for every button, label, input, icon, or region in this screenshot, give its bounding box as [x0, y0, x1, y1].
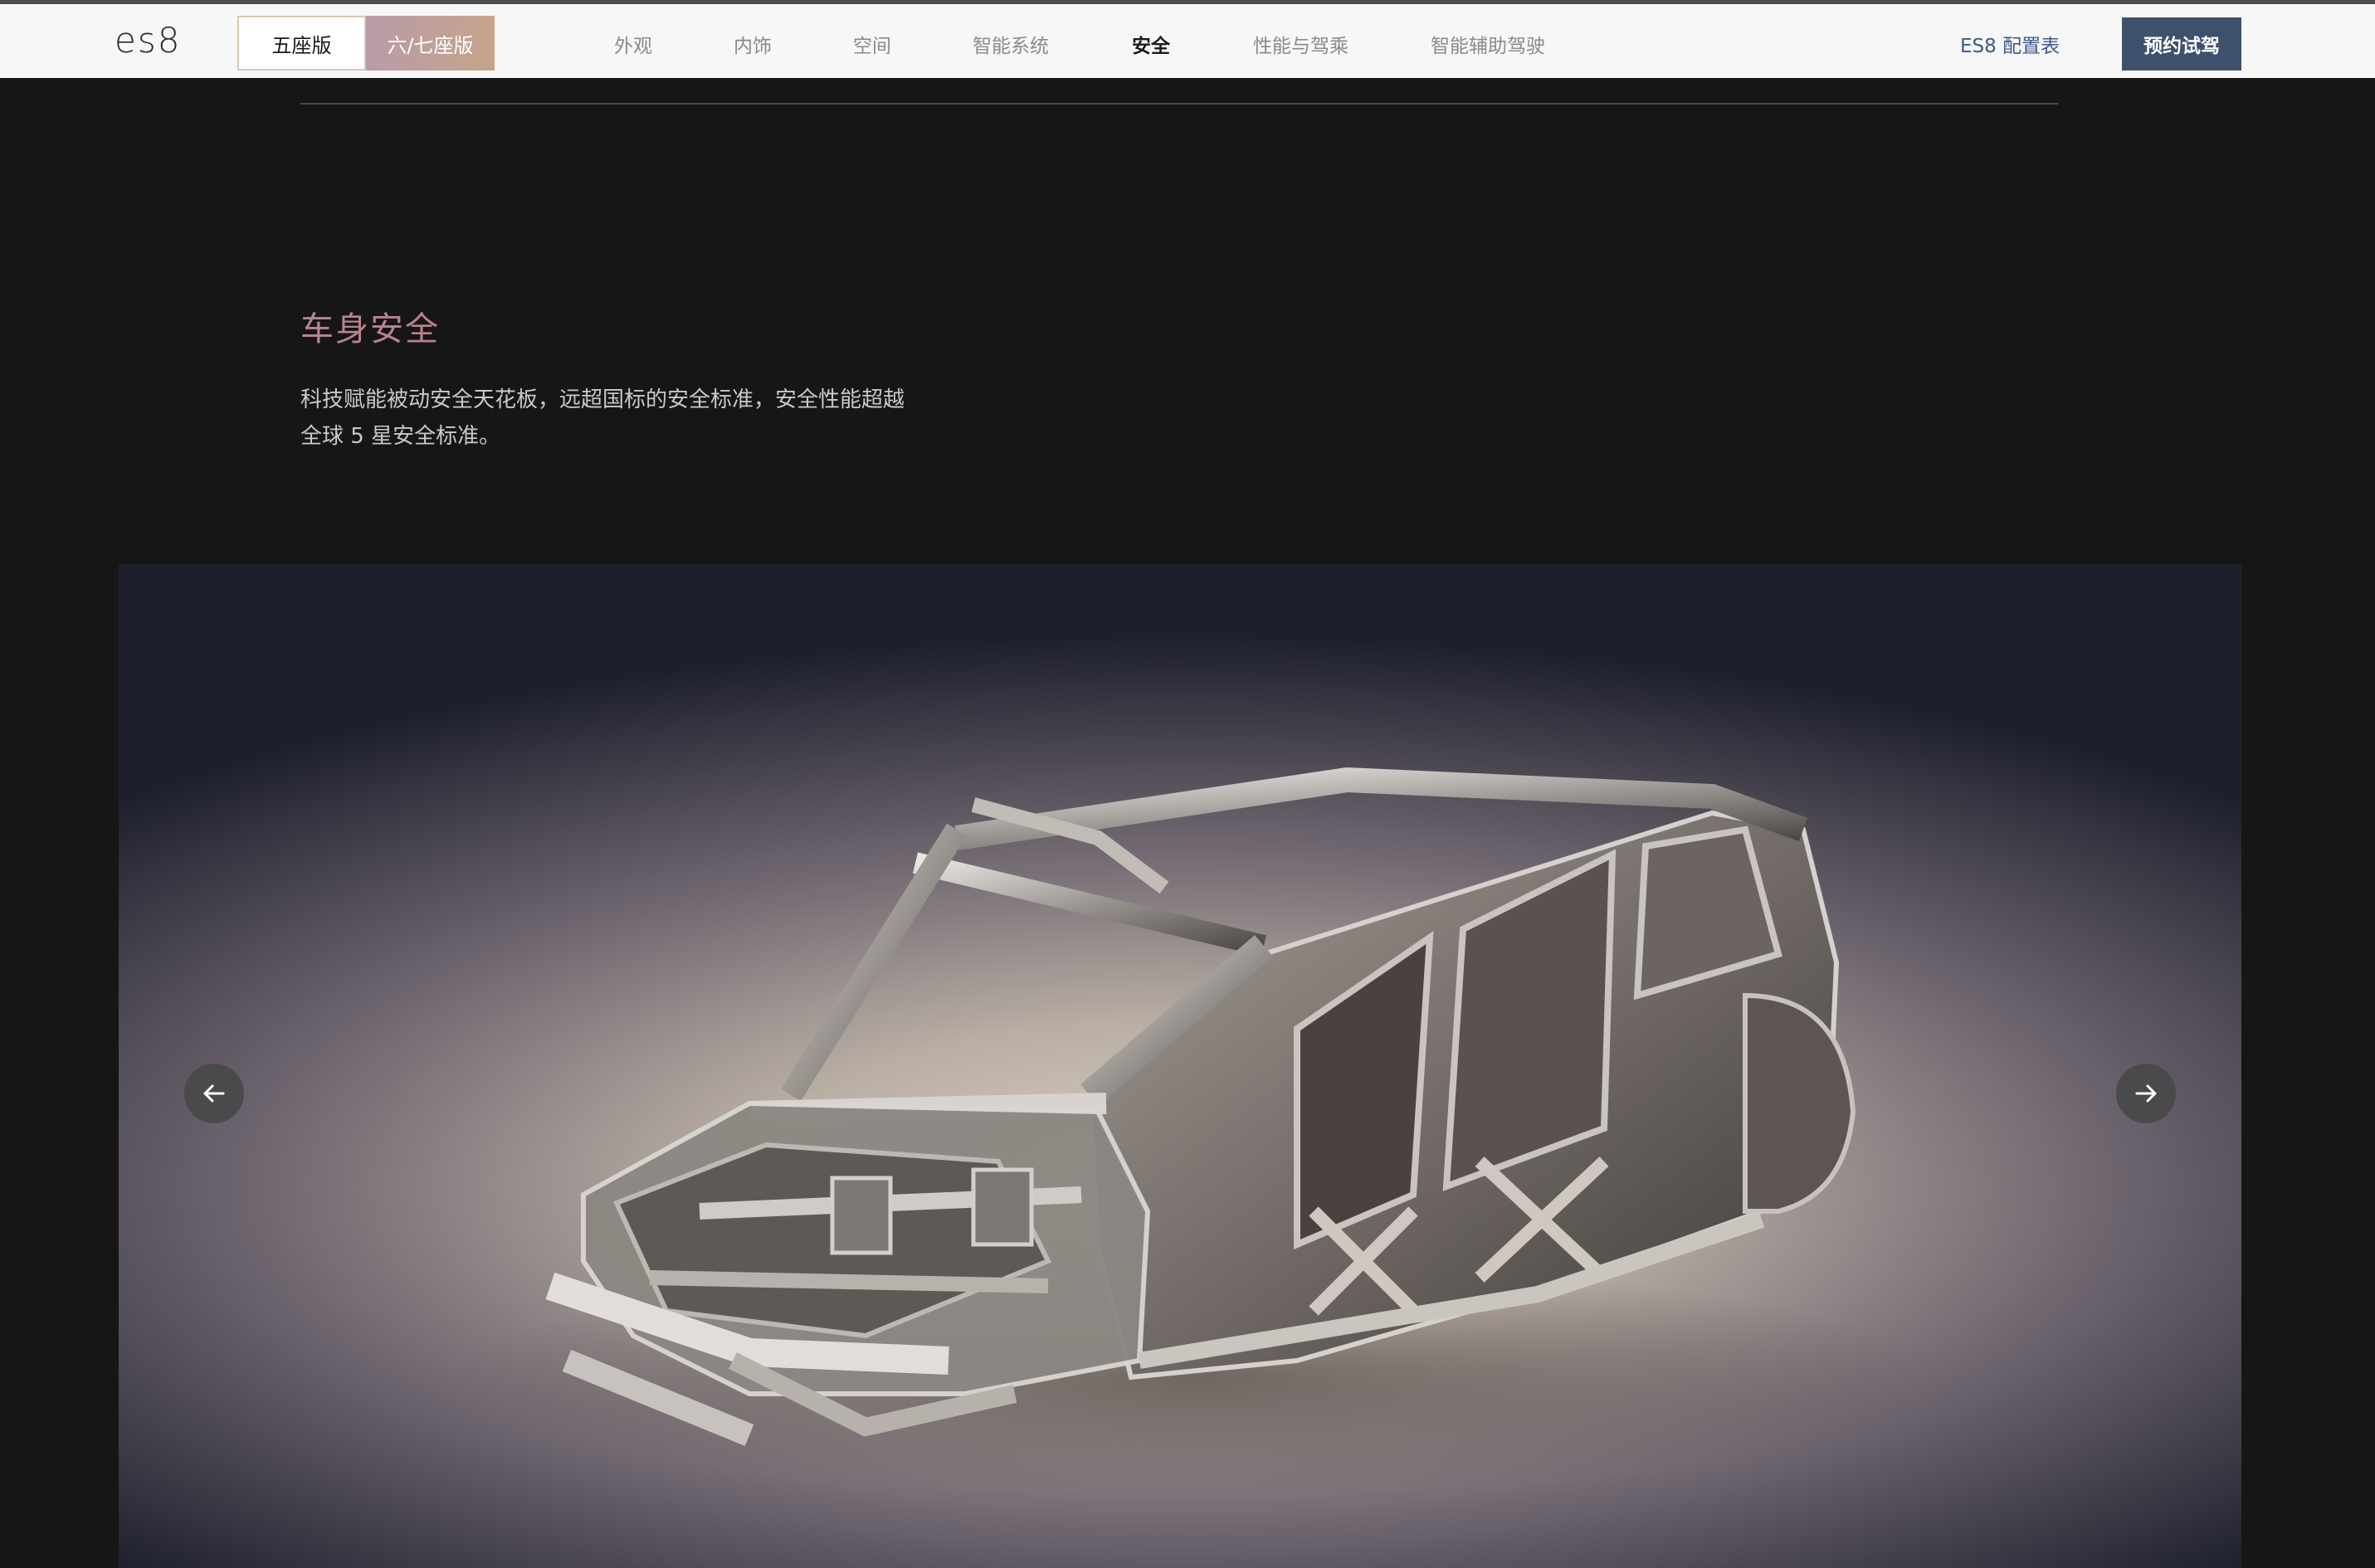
carousel-prev-button[interactable] — [184, 1064, 244, 1123]
es8-logo[interactable]: es8 — [115, 19, 181, 62]
five-seat-button[interactable]: 五座版 — [237, 16, 366, 71]
book-test-drive-button[interactable]: 预约试驾 — [2122, 17, 2241, 71]
spec-sheet-link[interactable]: ES8 配置表 — [1960, 30, 2060, 58]
tab-space[interactable]: 空间 — [853, 30, 891, 58]
page: es8 五座版 六/七座版 外观 内饰 空间 智能系统 安全 性能与驾乘 智能辅… — [0, 0, 2375, 1568]
tab-exterior[interactable]: 外观 — [614, 30, 652, 58]
tab-interior[interactable]: 内饰 — [734, 30, 772, 58]
tab-safety[interactable]: 安全 — [1132, 30, 1170, 58]
top-nav-bar: es8 五座版 六/七座版 外观 内饰 空间 智能系统 安全 性能与驾乘 智能辅… — [0, 0, 2375, 78]
arrow-left-icon — [203, 1084, 225, 1103]
section-description: 科技赋能被动安全天花板，远超国标的安全标准，安全性能超越 全球 5 星安全标准。 — [300, 382, 964, 455]
arrow-right-icon — [2135, 1084, 2157, 1103]
tab-driver-assist[interactable]: 智能辅助驾驶 — [1431, 30, 1545, 58]
car-body-frame-illustration — [451, 767, 1944, 1493]
six-seven-seat-button[interactable]: 六/七座版 — [366, 16, 495, 71]
section-divider — [300, 103, 2058, 105]
body-structure-image — [119, 564, 2241, 1568]
seat-version-toggle: 五座版 六/七座版 — [237, 16, 495, 71]
carousel-next-button[interactable] — [2116, 1064, 2176, 1123]
description-line-2: 全球 5 星安全标准。 — [300, 424, 501, 449]
tab-smart-system[interactable]: 智能系统 — [973, 30, 1049, 58]
description-line-1: 科技赋能被动安全天花板，远超国标的安全标准，安全性能超越 — [300, 387, 905, 412]
section-title: 车身安全 — [300, 310, 440, 348]
tab-performance[interactable]: 性能与驾乘 — [1253, 30, 1348, 58]
